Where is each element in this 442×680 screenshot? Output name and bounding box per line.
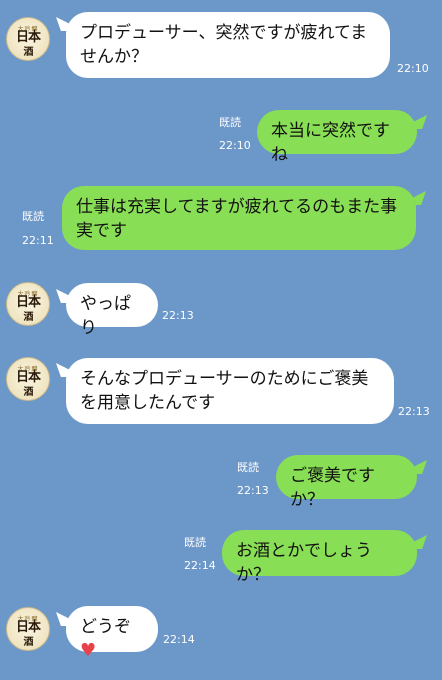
bubble-tail [413, 460, 427, 474]
message-timestamp: 22:13 [398, 405, 430, 418]
message-timestamp: 22:10 [397, 62, 429, 75]
contact-avatar-icon[interactable]: 大吟醸 日本酒 [6, 282, 50, 326]
bubble-tail [413, 535, 427, 549]
message-timestamp: 22:10 [219, 139, 251, 152]
message-timestamp: 22:14 [184, 559, 216, 572]
message-text-line: そんなプロデューサーのためにご褒美 [80, 369, 369, 389]
message-timestamp: 22:11 [22, 234, 54, 247]
read-receipt: 既読 [237, 461, 259, 474]
avatar-label-main: 日本酒 [15, 30, 41, 59]
contact-avatar-icon[interactable]: 大吟醸 日本酒 [6, 607, 50, 651]
read-receipt: 既読 [219, 116, 241, 129]
message-text: ご褒美ですか？ [290, 466, 375, 510]
message-bubble-outgoing[interactable]: 本当に突然ですね [257, 110, 417, 165]
heart-icon: ♥ [80, 640, 97, 661]
message-bubble-incoming[interactable]: そんなプロデューサーのためにご褒美 を用意したんです [66, 358, 394, 424]
message-bubble-outgoing[interactable]: お酒とかでしょうか？ [222, 530, 417, 585]
message-timestamp: 22:13 [237, 484, 269, 497]
bubble-tail [413, 115, 427, 129]
message-text: 本当に突然ですね [271, 121, 390, 165]
message-text-line: を用意したんです [80, 393, 216, 413]
message-bubble-outgoing[interactable]: ご褒美ですか？ [276, 455, 417, 510]
avatar-label-main: 日本酒 [15, 620, 41, 649]
message-text: やっぱり [80, 294, 131, 338]
message-text-line: せんか？ [80, 47, 148, 67]
bubble-tail [412, 191, 426, 205]
message-text: どうぞ [80, 617, 131, 637]
message-bubble-outgoing[interactable]: 仕事は充実してますが疲れてるのもまた事 実です [62, 186, 416, 250]
read-receipt: 既読 [184, 536, 206, 549]
message-bubble-incoming[interactable]: どうぞ ♥ [66, 606, 158, 661]
contact-avatar-icon[interactable]: 大吟醸 日本酒 [6, 357, 50, 401]
message-text: お酒とかでしょうか？ [236, 541, 372, 585]
contact-avatar-icon[interactable]: 大吟醸 日本酒 [6, 17, 50, 61]
avatar-label-main: 日本酒 [15, 295, 41, 324]
avatar-label-main: 日本酒 [15, 370, 41, 399]
message-bubble-incoming[interactable]: プロデューサー、突然ですが疲れてま せんか？ [66, 12, 390, 78]
read-receipt: 既読 [22, 210, 44, 223]
message-text-line: 実です [76, 221, 127, 241]
message-timestamp: 22:13 [162, 309, 194, 322]
message-bubble-incoming[interactable]: やっぱり [66, 283, 158, 338]
message-timestamp: 22:14 [163, 633, 195, 646]
message-text-line: プロデューサー、突然ですが疲れてま [80, 23, 368, 43]
message-text-line: 仕事は充実してますが疲れてるのもまた事 [76, 197, 398, 217]
